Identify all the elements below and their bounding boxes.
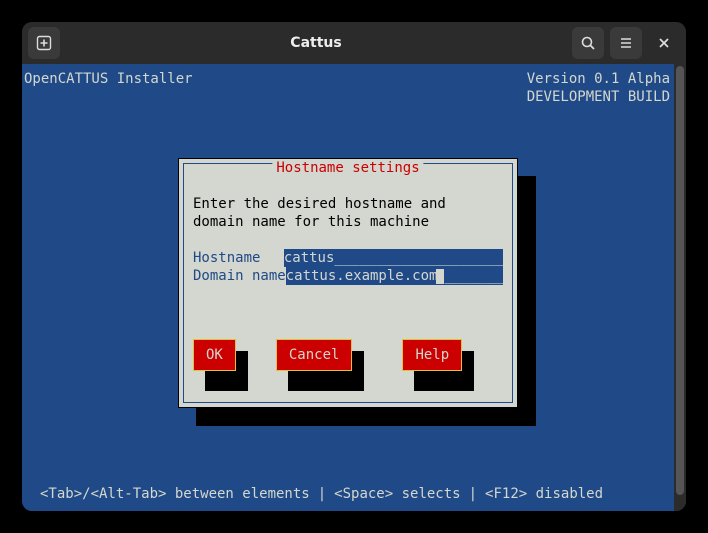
terminal-window: Cattus OpenCATTUS Installer Version 0.1 …	[22, 22, 686, 511]
window-title: Cattus	[66, 35, 566, 51]
hostname-dialog: Hostname settings Enter the desired host…	[178, 158, 518, 408]
close-icon	[656, 35, 672, 51]
scrollbar-thumb[interactable]	[676, 66, 684, 495]
close-button[interactable]	[648, 27, 680, 59]
ok-button[interactable]: OK	[193, 339, 236, 371]
search-icon	[580, 35, 596, 51]
hint-space: <Space> selects	[334, 485, 460, 503]
dialog-title: Hostname settings	[272, 159, 423, 177]
hostname-input[interactable]: cattus____________________	[284, 249, 503, 267]
domain-row: Domain name cattus.example.com_______	[193, 267, 503, 285]
separator: |	[318, 485, 326, 503]
domain-padding: _______	[444, 268, 503, 284]
domain-label: Domain name	[193, 267, 286, 285]
footer-hints: <Tab>/<Alt-Tab> between elements | <Spac…	[40, 485, 670, 503]
terminal-viewport: OpenCATTUS Installer Version 0.1 Alpha D…	[22, 64, 686, 511]
hint-tab: <Tab>/<Alt-Tab> between elements	[40, 485, 310, 503]
dialog-buttons: OK Cancel Help	[193, 339, 503, 379]
new-tab-button[interactable]	[28, 27, 60, 59]
version-info: Version 0.1 Alpha DEVELOPMENT BUILD	[527, 70, 670, 106]
cancel-button[interactable]: Cancel	[276, 339, 353, 371]
new-tab-icon	[36, 35, 52, 51]
domain-input[interactable]: cattus.example.com_______	[286, 267, 504, 285]
dialog-body: Enter the desired hostname and domain na…	[193, 195, 503, 285]
hostname-padding: ____________________	[334, 250, 503, 266]
scrollbar[interactable]	[674, 64, 686, 511]
build-line: DEVELOPMENT BUILD	[527, 88, 670, 106]
hamburger-icon	[618, 35, 634, 51]
titlebar: Cattus	[22, 22, 686, 64]
help-button[interactable]: Help	[402, 339, 462, 371]
installer-name: OpenCATTUS Installer	[24, 70, 193, 88]
separator: |	[469, 485, 477, 503]
search-button[interactable]	[572, 27, 604, 59]
menu-button[interactable]	[610, 27, 642, 59]
hostname-row: Hostname cattus____________________	[193, 249, 503, 267]
hostname-label: Hostname	[193, 249, 284, 267]
dialog-instruction: Enter the desired hostname and domain na…	[193, 195, 503, 231]
version-line: Version 0.1 Alpha	[527, 70, 670, 88]
hint-f12: <F12> disabled	[485, 485, 603, 503]
